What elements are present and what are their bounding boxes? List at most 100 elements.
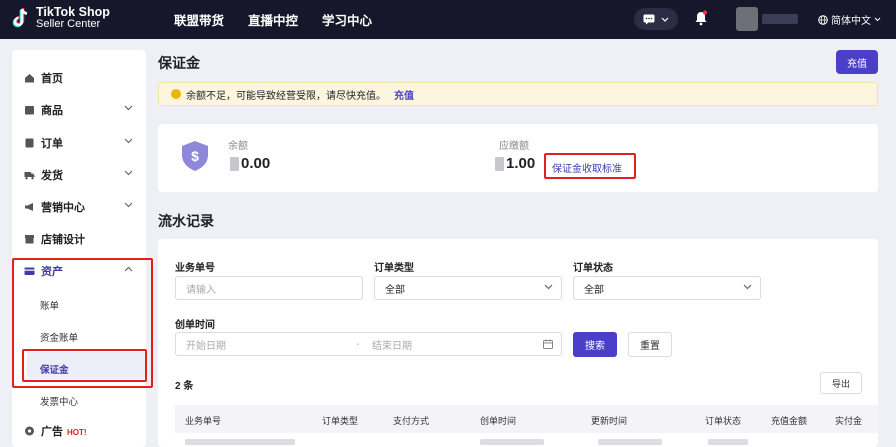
truck-icon [24,172,35,180]
search-button[interactable]: 搜索 [573,332,617,357]
chevron-down-icon [544,284,553,290]
table-row [598,439,662,445]
sidebar-item-store-design[interactable]: 店铺设计 [12,226,146,252]
table-header: 业务单号 订单类型 支付方式 创单时间 更新时间 订单状态 充值金额 实付金 [175,405,878,433]
language-label: 简体中文 [831,16,871,27]
tiktok-shop-logo[interactable]: TikTok Shop Seller Center [12,6,110,30]
logo-text: TikTok Shop Seller Center [36,6,110,30]
calendar-icon [543,339,553,349]
business-no-label: 业务单号 [175,263,215,274]
warning-icon [171,89,181,99]
nav-learning-center[interactable]: 学习中心 [322,10,372,29]
chevron-down-icon [661,17,669,22]
home-icon [25,74,34,83]
megaphone-icon [25,203,33,211]
start-date-placeholder: 开始日期 [186,340,226,352]
column-header: 创单时间 [480,416,517,426]
chevron-down-icon [743,284,752,290]
chevron-down-icon [124,105,133,111]
table-row [480,439,544,445]
redacted-digit [495,156,504,171]
column-header: 实付金 [835,416,863,426]
chevron-down-icon [874,17,881,22]
nav-live-control[interactable]: 直播中控 [248,10,298,29]
column-header: 业务单号 [185,416,222,426]
logo-line2: Seller Center [36,18,101,30]
end-date-placeholder: 结束日期 [372,340,412,352]
sidebar-item-marketing[interactable]: 营销中心 [12,194,146,220]
svg-text:$: $ [191,148,199,164]
threshold-value: 1.00 [495,155,535,172]
order-type-label: 订单类型 [374,263,414,274]
order-status-label: 订单状态 [573,263,613,274]
sidebar-item-label: 营销中心 [41,202,85,214]
order-status-select[interactable]: 全部 [573,276,761,300]
logo-line1: TikTok Shop [36,5,110,19]
sidebar-item-orders[interactable]: 订单 [12,130,146,156]
sidebar-item-label: 店铺设计 [41,234,85,246]
chevron-down-icon [124,138,133,144]
order-status-value: 全部 [584,284,604,296]
reset-button[interactable]: 重置 [628,332,672,357]
table-row [185,439,295,445]
top-nav: 联盟带货 直播中控 学习中心 [174,0,372,39]
order-icon [25,138,34,148]
balance-amount: 0.00 [241,155,271,172]
sidebar-item-home[interactable]: 首页 [12,65,146,91]
records-title: 流水记录 [158,213,214,229]
nav-affiliate[interactable]: 联盟带货 [174,10,224,29]
language-switcher[interactable]: 简体中文 [818,12,881,27]
page-title: 保证金 [158,55,200,71]
date-separator: - [356,338,360,350]
column-header: 订单类型 [322,416,359,426]
main-content: 保证金 充值 余额不足，可能导致经营受限，请尽快充值。 充值 $ 余额 0.00… [146,39,896,447]
chat-icon [643,14,655,24]
bell-icon[interactable] [694,10,708,26]
created-time-label: 创单时间 [175,320,215,331]
ads-label: 广告 [41,426,63,438]
balance-value: 0.00 [230,155,270,172]
column-header: 订单状态 [705,416,742,426]
recharge-button[interactable]: 充值 [836,50,878,74]
column-header: 更新时间 [591,416,628,426]
record-count: 2 条 [175,381,194,392]
business-no-input[interactable]: 请输入 [175,276,363,300]
sidebar-item-label: 商品 [41,105,63,117]
chevron-down-icon [124,202,133,208]
threshold-amount: 1.00 [506,155,536,172]
column-header: 充值金额 [771,416,808,426]
date-range-picker[interactable]: 开始日期 - 结束日期 [175,332,562,356]
hot-badge: HOT! [67,428,87,437]
tiktok-logo-icon [12,8,28,28]
balance-card: $ 余额 0.00 应缴额 1.00 [158,124,878,192]
username-redacted [762,14,798,24]
balance-label: 余额 [228,141,248,152]
business-no-placeholder: 请输入 [186,284,216,296]
sidebar-item-label: 首页 [41,73,63,85]
sidebar-item-shipping[interactable]: 发货 [12,162,146,188]
annotation-box-standard [544,153,636,179]
redacted-digit [230,156,239,171]
chat-button[interactable] [634,8,678,30]
sidebar-subitem-invoice[interactable]: 发票中心 [40,394,78,408]
sidebar-item-label: 发货 [41,170,63,182]
globe-icon [818,14,828,25]
threshold-label: 应缴额 [499,141,529,152]
warning-notice: 余额不足，可能导致经营受限，请尽快充值。 充值 [158,82,878,106]
store-icon [25,235,34,244]
table-row [708,439,748,445]
notice-recharge-link[interactable]: 充值 [394,87,414,102]
top-bar: TikTok Shop Seller Center 联盟带货 直播中控 学习中心… [0,0,896,39]
sidebar-item-ads[interactable]: 广告 HOT! [12,418,146,444]
notice-text: 余额不足，可能导致经营受限，请尽快充值。 [186,90,386,102]
annotation-box-deposit [22,349,147,382]
chevron-down-icon [124,170,133,176]
sidebar-item-label: 订单 [41,138,63,150]
product-icon [25,106,34,115]
avatar[interactable] [736,7,758,31]
records-card: 业务单号 请输入 订单类型 全部 订单状态 全部 创单时间 开始日期 - 结束日… [158,239,878,447]
sidebar-item-products[interactable]: 商品 [12,97,146,123]
order-type-select[interactable]: 全部 [374,276,562,300]
export-button[interactable]: 导出 [820,372,862,394]
order-type-value: 全部 [385,284,405,296]
